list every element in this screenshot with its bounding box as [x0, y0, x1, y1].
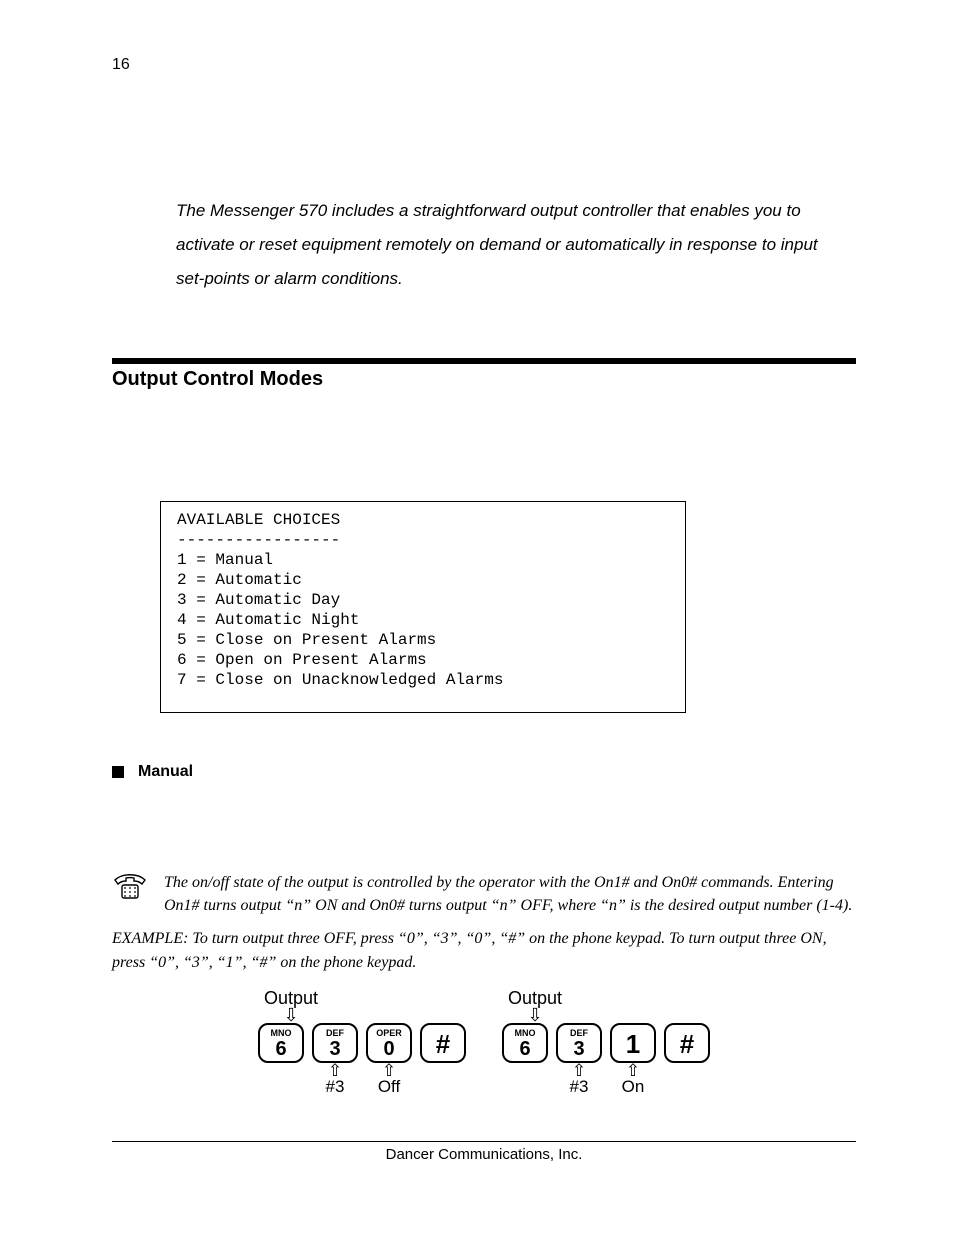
bottom-label: #3	[570, 1077, 589, 1097]
square-bullet-icon	[112, 766, 124, 778]
intro-paragraph: The Messenger 570 includes a straightfor…	[176, 194, 836, 296]
key-digit: 3	[329, 1039, 340, 1059]
key-digit: 6	[275, 1039, 286, 1059]
footer-text: Dancer Communications, Inc.	[112, 1146, 856, 1163]
phone-paragraph: The on/off state of the output is contro…	[164, 871, 856, 917]
key-hash: #	[664, 1023, 710, 1063]
key-digit: 3	[573, 1039, 584, 1059]
keypad-group-on: Output ⇩ MNO 6 DEF 3 1 #	[502, 988, 710, 1097]
key-1: 1	[610, 1023, 656, 1063]
bottom-label: #3	[326, 1077, 345, 1097]
choices-header: AVAILABLE CHOICES	[177, 511, 340, 529]
page-number: 16	[112, 56, 856, 74]
key-0: OPER 0	[366, 1023, 412, 1063]
bottom-label: Off	[378, 1077, 400, 1097]
section-rule	[112, 358, 856, 364]
up-arrow-icon: ⇧	[328, 1065, 342, 1077]
key-3: DEF 3	[312, 1023, 358, 1063]
section-title: Output Control Modes	[112, 368, 856, 391]
key-6: MNO 6	[502, 1023, 548, 1063]
choice-5: 5 = Close on Present Alarms	[177, 631, 436, 649]
choice-6: 6 = Open on Present Alarms	[177, 651, 427, 669]
key-digit: #	[436, 1031, 450, 1057]
choices-divider: -----------------	[177, 531, 340, 549]
key-letters: OPER	[376, 1029, 402, 1038]
keypad-figure: Output ⇩ MNO 6 DEF 3 OPER 0 #	[112, 988, 856, 1097]
choice-2: 2 = Automatic	[177, 571, 302, 589]
key-hash: #	[420, 1023, 466, 1063]
choice-3: 3 = Automatic Day	[177, 591, 340, 609]
key-letters: DEF	[570, 1029, 588, 1038]
key-digit: 1	[626, 1031, 640, 1057]
bullet-manual: Manual	[112, 763, 856, 781]
key-letters: DEF	[326, 1029, 344, 1038]
example-paragraph: EXAMPLE: To turn output three OFF, press…	[112, 927, 856, 973]
key-letters: MNO	[515, 1029, 536, 1038]
key-digit: 6	[519, 1039, 530, 1059]
up-arrow-icon: ⇧	[572, 1065, 586, 1077]
choice-7: 7 = Close on Unacknowledged Alarms	[177, 671, 503, 689]
telephone-icon	[112, 871, 148, 901]
choice-4: 4 = Automatic Night	[177, 611, 359, 629]
choice-1: 1 = Manual	[177, 551, 273, 569]
down-arrow-icon: ⇩	[527, 1009, 542, 1022]
up-arrow-icon: ⇧	[626, 1065, 640, 1077]
key-6: MNO 6	[258, 1023, 304, 1063]
bottom-label: On	[622, 1077, 645, 1097]
key-digit: 0	[383, 1039, 394, 1059]
bullet-manual-label: Manual	[138, 763, 193, 781]
key-3: DEF 3	[556, 1023, 602, 1063]
up-arrow-icon: ⇧	[382, 1065, 396, 1077]
keypad-group-off: Output ⇩ MNO 6 DEF 3 OPER 0 #	[258, 988, 466, 1097]
down-arrow-icon: ⇩	[283, 1009, 298, 1022]
available-choices-box: AVAILABLE CHOICES ----------------- 1 = …	[160, 501, 686, 713]
key-letters: MNO	[271, 1029, 292, 1038]
page-footer: Dancer Communications, Inc.	[112, 1141, 856, 1163]
key-digit: #	[680, 1031, 694, 1057]
